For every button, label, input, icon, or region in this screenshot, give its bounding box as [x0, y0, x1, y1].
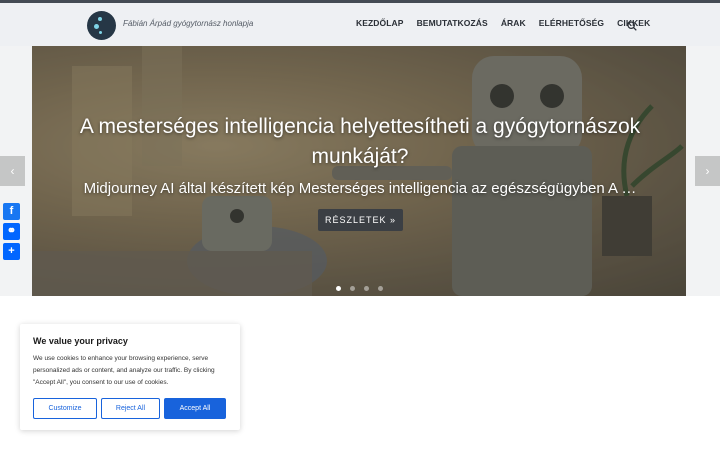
site-tagline: Fábián Árpád gyógytornász honlapja	[123, 19, 254, 28]
nav-item-elerhetoseg[interactable]: ELÉRHETŐSÉG	[539, 18, 604, 28]
slider-next-arrow[interactable]: ›	[695, 156, 720, 186]
nav-item-kezdolap[interactable]: KEZDŐLAP	[356, 18, 404, 28]
cookie-consent-banner: We value your privacy We use cookies to …	[20, 324, 240, 430]
customize-button[interactable]: Customize	[33, 398, 97, 419]
facebook-share-icon[interactable]: f	[3, 203, 20, 220]
cookie-text: We use cookies to enhance your browsing …	[33, 355, 215, 386]
reject-all-button[interactable]: Reject All	[101, 398, 160, 419]
site-header: Fábián Árpád gyógytornász honlapja KEZDŐ…	[0, 3, 720, 46]
slider-dot[interactable]	[378, 286, 383, 291]
search-icon[interactable]	[627, 21, 637, 31]
slider-dots	[336, 286, 383, 291]
slider-dot[interactable]	[364, 286, 369, 291]
nav-item-arak[interactable]: ÁRAK	[501, 18, 526, 28]
details-button[interactable]: RÉSZLETEK »	[318, 209, 403, 231]
hero-slider: A mesterséges intelligencia helyettesíth…	[0, 46, 720, 296]
slider-dot[interactable]	[350, 286, 355, 291]
copy-link-icon[interactable]: ⚭	[3, 223, 20, 240]
slider-prev-arrow[interactable]: ‹	[0, 156, 25, 186]
accept-all-button[interactable]: Accept All	[164, 398, 226, 419]
cookie-title: We value your privacy	[33, 336, 128, 346]
hero-title[interactable]: A mesterséges intelligencia helyettesíth…	[40, 112, 680, 172]
hero-excerpt: Midjourney AI által készített kép Mester…	[83, 180, 637, 197]
nav-item-bemutatkozas[interactable]: BEMUTATKOZÁS	[417, 18, 488, 28]
add-share-icon[interactable]: +	[3, 243, 20, 260]
main-nav: KEZDŐLAP BEMUTATKOZÁS ÁRAK ELÉRHETŐSÉG C…	[356, 18, 663, 28]
site-logo[interactable]	[87, 11, 116, 40]
slider-dot[interactable]	[336, 286, 341, 291]
